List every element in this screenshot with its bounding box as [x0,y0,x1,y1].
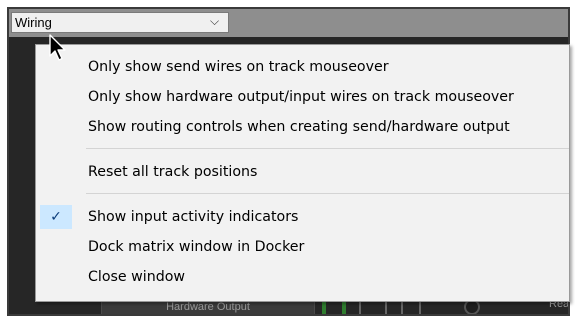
menu-item-label: Only show send wires on track mouseover [88,59,389,75]
menu-item-reset-track-positions[interactable]: Reset all track positions [36,159,569,185]
menu-item-dock-in-docker[interactable]: Dock matrix window in Docker [36,234,569,260]
menu-item-close-window[interactable]: Close window [36,264,569,290]
wiring-context-menu: Only show send wires on track mouseover … [35,44,570,302]
combobox-value: Wiring [15,15,52,30]
menu-item-show-routing-controls[interactable]: Show routing controls when creating send… [36,114,569,140]
menu-separator [86,148,569,149]
menu-item-label: Reset all track positions [88,164,258,180]
checkmark-icon: ✓ [40,205,72,229]
mouse-cursor-icon [49,34,66,61]
menu-item-label: Dock matrix window in Docker [88,239,305,255]
menu-item-label: Close window [88,269,185,285]
menu-item-input-activity-indicators[interactable]: ✓ Show input activity indicators [36,204,569,230]
menu-item-label: Show input activity indicators [88,209,299,225]
menu-item-send-wires-mouseover[interactable]: Only show send wires on track mouseover [36,54,569,80]
menu-item-hardware-wires-mouseover[interactable]: Only show hardware output/input wires on… [36,84,569,110]
menu-item-label: Show routing controls when creating send… [88,119,510,135]
menu-item-label: Only show hardware output/input wires on… [88,89,514,105]
menu-separator [86,193,569,194]
view-mode-combobox[interactable]: Wiring ⌵ [11,12,229,33]
chevron-down-icon[interactable]: ⌵ [210,14,219,29]
